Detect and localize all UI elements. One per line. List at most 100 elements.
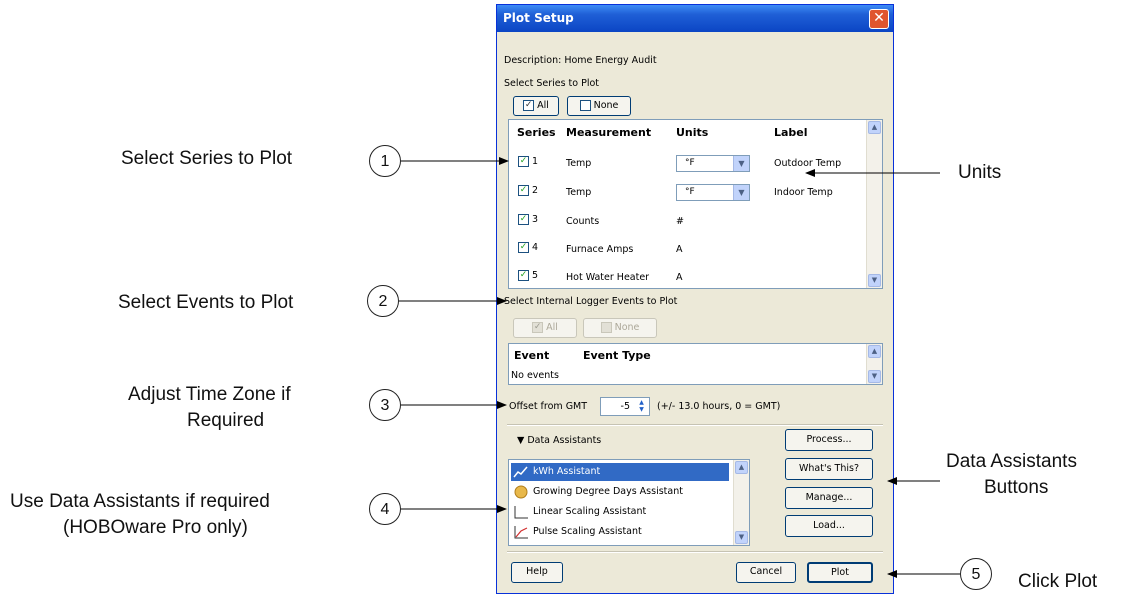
gmt-offset-value: -5 bbox=[620, 401, 630, 412]
series-row-5-units: A bbox=[676, 272, 683, 283]
chevron-down-icon[interactable]: ▼ bbox=[733, 156, 749, 171]
no-events-text: No events bbox=[511, 370, 559, 381]
series-row-5-check[interactable]: ✓ 5 bbox=[518, 270, 538, 281]
events-none-label: None bbox=[614, 322, 640, 333]
step-5-marker: 5 bbox=[960, 558, 992, 590]
series-table: Series Measurement Units Label ✓ 1 Temp °… bbox=[508, 119, 883, 289]
checkbox-checked-icon: ✓ bbox=[518, 156, 529, 167]
scroll-down-icon[interactable]: ▼ bbox=[868, 370, 881, 383]
step-4-marker: 4 bbox=[369, 493, 401, 525]
separator bbox=[507, 424, 883, 426]
events-table: Event Event Type No events ▲ ▼ bbox=[508, 343, 883, 385]
assistant-buttons-annotation-line1: Data Assistants bbox=[946, 451, 1077, 472]
select-events-label: Select Internal Logger Events to Plot bbox=[504, 296, 678, 307]
data-assistants-annotation-line1: Use Data Assistants if required bbox=[10, 491, 270, 512]
header-units: Units bbox=[676, 126, 709, 139]
offset-label: Offset from GMT bbox=[509, 401, 588, 412]
assistant-name: Growing Degree Days Assistant bbox=[533, 486, 683, 497]
click-plot-annotation: Click Plot bbox=[1018, 571, 1098, 592]
assistant-item[interactable]: Growing Degree Days Assistant bbox=[511, 483, 729, 501]
select-series-label: Select Series to Plot bbox=[504, 78, 600, 89]
events-none-button[interactable]: None bbox=[583, 318, 657, 338]
select-series-annotation: Select Series to Plot bbox=[121, 148, 293, 169]
cancel-button[interactable]: Cancel bbox=[736, 562, 796, 583]
close-icon[interactable]: ✕ bbox=[869, 9, 889, 29]
series-row-2-measurement: Temp bbox=[566, 187, 592, 198]
series-all-label: All bbox=[537, 100, 549, 111]
series-row-5-number: 5 bbox=[532, 270, 539, 281]
scroll-up-icon[interactable]: ▲ bbox=[735, 461, 748, 474]
chevron-down-icon[interactable]: ▼ bbox=[733, 185, 749, 200]
events-scrollbar[interactable]: ▲ ▼ bbox=[866, 344, 882, 384]
sun-icon bbox=[513, 485, 529, 499]
series-scrollbar[interactable]: ▲ ▼ bbox=[866, 120, 882, 288]
help-button[interactable]: Help bbox=[511, 562, 563, 583]
time-zone-annotation-line2: Required bbox=[187, 410, 265, 431]
series-row-1-units-select[interactable]: °F ▼ bbox=[676, 155, 750, 172]
spinner-arrows-icon[interactable]: ▲ ▼ bbox=[635, 399, 648, 414]
series-row-4-number: 4 bbox=[532, 242, 539, 253]
scroll-down-icon[interactable]: ▼ bbox=[735, 531, 748, 544]
checkbox-checked-icon: ✓ bbox=[518, 242, 529, 253]
series-row-2-check[interactable]: ✓ 2 bbox=[518, 185, 538, 196]
series-row-2-units-select[interactable]: °F ▼ bbox=[676, 184, 750, 201]
series-row-5-measurement: Hot Water Heater bbox=[566, 272, 650, 283]
series-row-1-measurement: Temp bbox=[566, 158, 592, 169]
series-row-2-units: °F bbox=[685, 187, 695, 197]
series-row-2-label[interactable]: Indoor Temp bbox=[774, 187, 833, 198]
assistant-name: Pulse Scaling Assistant bbox=[533, 526, 642, 537]
series-none-button[interactable]: None bbox=[567, 96, 631, 116]
series-row-1-units: °F bbox=[685, 158, 695, 168]
series-none-label: None bbox=[593, 100, 619, 111]
plot-setup-dialog: Plot Setup ✕ Description: Home Energy Au… bbox=[496, 4, 894, 594]
series-all-button[interactable]: ✓ All bbox=[513, 96, 559, 116]
whats-this-button[interactable]: What's This? bbox=[785, 458, 873, 480]
check-all-icon: ✓ bbox=[532, 322, 544, 333]
load-button[interactable]: Load... bbox=[785, 515, 873, 537]
checkbox-checked-icon: ✓ bbox=[518, 270, 529, 281]
assistant-item[interactable]: Pulse Scaling Assistant bbox=[511, 523, 729, 541]
scroll-down-icon[interactable]: ▼ bbox=[868, 274, 881, 287]
header-event-type: Event Type bbox=[583, 349, 651, 362]
series-row-3-check[interactable]: ✓ 3 bbox=[518, 214, 538, 225]
plot-button[interactable]: Plot bbox=[807, 562, 873, 583]
header-label: Label bbox=[774, 126, 808, 139]
offset-hint: (+/- 13.0 hours, 0 = GMT) bbox=[657, 401, 781, 412]
series-row-1-number: 1 bbox=[532, 156, 539, 167]
checkbox-checked-icon: ✓ bbox=[518, 214, 529, 225]
assistants-list: kWh Assistant Growing Degree Days Assist… bbox=[508, 459, 750, 546]
process-button[interactable]: Process... bbox=[785, 429, 873, 451]
assistant-name: kWh Assistant bbox=[533, 466, 601, 477]
header-measurement: Measurement bbox=[566, 126, 652, 139]
dialog-title: Plot Setup bbox=[503, 11, 574, 25]
scroll-up-icon[interactable]: ▲ bbox=[868, 345, 881, 358]
series-row-4-measurement: Furnace Amps bbox=[566, 244, 634, 255]
events-all-button[interactable]: ✓ All bbox=[513, 318, 577, 338]
units-annotation: Units bbox=[958, 162, 1002, 183]
linear-scale-icon bbox=[513, 505, 529, 519]
header-event: Event bbox=[514, 349, 550, 362]
title-bar[interactable]: Plot Setup ✕ bbox=[497, 5, 893, 32]
series-row-3-units: # bbox=[676, 216, 684, 227]
assistants-scrollbar[interactable]: ▲ ▼ bbox=[733, 460, 749, 545]
step-3-marker: 3 bbox=[369, 389, 401, 421]
uncheck-all-icon bbox=[600, 322, 612, 333]
header-series: Series bbox=[517, 126, 556, 139]
series-row-1-check[interactable]: ✓ 1 bbox=[518, 156, 538, 167]
data-assistants-annotation-line2: (HOBOware Pro only) bbox=[63, 517, 248, 538]
series-row-4-units: A bbox=[676, 244, 683, 255]
scroll-up-icon[interactable]: ▲ bbox=[868, 121, 881, 134]
step-1-marker: 1 bbox=[369, 145, 401, 177]
kwh-chart-icon bbox=[513, 465, 529, 479]
assistant-item[interactable]: kWh Assistant bbox=[511, 463, 729, 481]
data-assistants-toggle[interactable]: ▼ Data Assistants bbox=[517, 435, 601, 446]
pulse-scale-icon bbox=[513, 525, 529, 539]
manage-button[interactable]: Manage... bbox=[785, 487, 873, 509]
gmt-offset-spinner[interactable]: -5 ▲ ▼ bbox=[600, 397, 650, 416]
series-row-4-check[interactable]: ✓ 4 bbox=[518, 242, 538, 253]
assistant-item[interactable]: Linear Scaling Assistant bbox=[511, 503, 729, 521]
check-all-icon: ✓ bbox=[523, 100, 535, 111]
time-zone-annotation-line1: Adjust Time Zone if bbox=[128, 384, 291, 405]
series-row-1-label[interactable]: Outdoor Temp bbox=[774, 158, 841, 169]
series-row-3-measurement: Counts bbox=[566, 216, 600, 227]
